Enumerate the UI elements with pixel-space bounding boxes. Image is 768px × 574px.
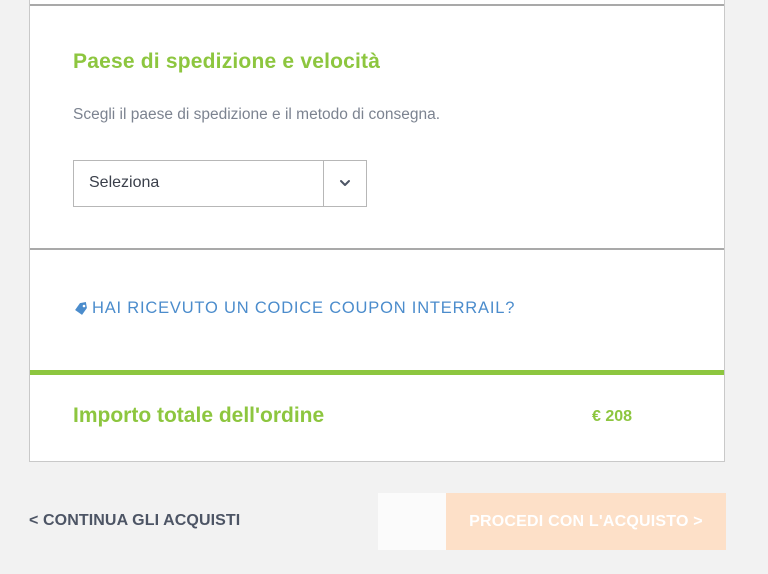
shipping-country-select[interactable]: Seleziona: [73, 160, 367, 207]
coupon-link-label: HAI RICEVUTO UN CODICE COUPON INTERRAIL?: [92, 299, 516, 317]
tag-icon: [75, 301, 87, 315]
continue-shopping-link[interactable]: < CONTINUA GLI ACQUISTI: [29, 512, 240, 530]
checkout-page: Paese di spedizione e velocità Scegli il…: [0, 0, 768, 574]
chevron-down-icon[interactable]: [339, 177, 351, 189]
top-divider: [30, 4, 724, 6]
select-divider: [323, 161, 324, 206]
proceed-to-checkout-button[interactable]: PROCEDI CON L'ACQUISTO >: [446, 493, 726, 550]
proceed-button-spacer: [378, 493, 446, 550]
total-divider: [30, 370, 724, 375]
shipping-section-title: Paese di spedizione e velocità: [73, 50, 381, 73]
order-panel: Paese di spedizione e velocità Scegli il…: [29, 0, 725, 462]
coupon-link[interactable]: HAI RICEVUTO UN CODICE COUPON INTERRAIL?: [74, 299, 515, 318]
shipping-country-select-value: Seleziona: [89, 174, 160, 191]
order-total-amount: € 208: [592, 408, 633, 425]
section-divider: [30, 248, 724, 250]
shipping-section-description: Scegli il paese di spedizione e il metod…: [73, 106, 441, 123]
order-total-label: Importo totale dell'ordine: [73, 404, 325, 427]
